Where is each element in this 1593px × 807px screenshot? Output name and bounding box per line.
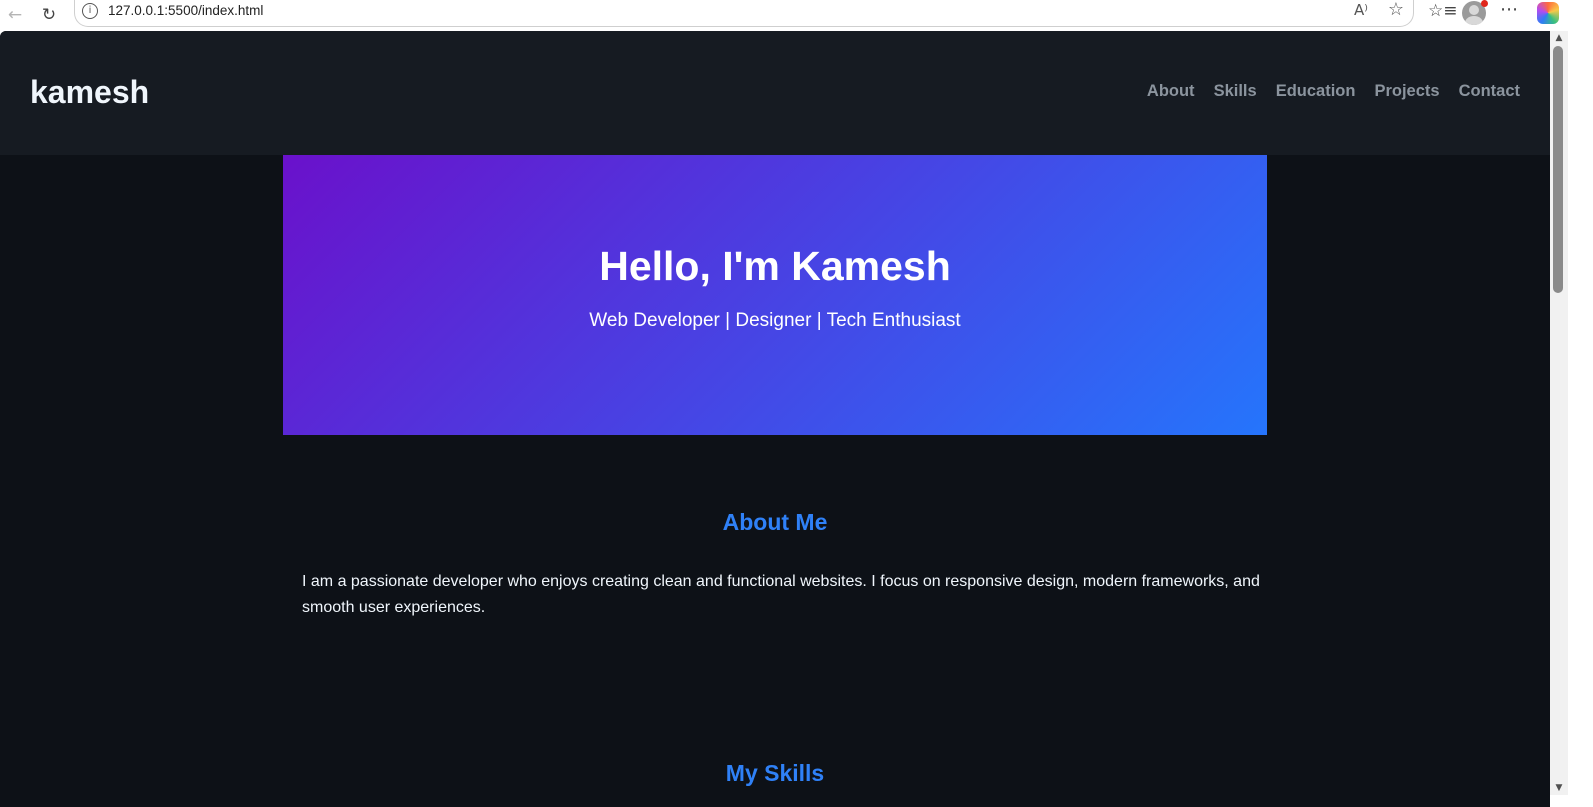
hero-title: Hello, I'm Kamesh (599, 243, 951, 289)
notification-dot (1481, 0, 1488, 7)
nav-education[interactable]: Education (1276, 82, 1356, 101)
browser-toolbar: ← ↻ i 127.0.0.1:5500/index.html A⁾ ☆ ☆≡ … (0, 0, 1593, 31)
vertical-scrollbar[interactable]: ▲ ▼ (1550, 31, 1568, 795)
hero-banner: Hello, I'm Kamesh Web Developer | Design… (283, 155, 1267, 435)
favorites-list-icon[interactable]: ☆≡ (1428, 1, 1457, 21)
site-info-icon[interactable]: i (82, 3, 98, 19)
skills-title: My Skills (725, 760, 825, 786)
url-text[interactable]: 127.0.0.1:5500/index.html (108, 3, 263, 18)
site-header: kamesh About Skills Education Projects C… (0, 31, 1550, 155)
browser-side-gutter (1568, 31, 1593, 807)
star-icon[interactable]: ☆ (1388, 0, 1404, 20)
nav-skills[interactable]: Skills (1214, 82, 1257, 101)
scrollbar-thumb[interactable] (1553, 46, 1563, 293)
about-text: I am a passionate developer who enjoys c… (302, 573, 1260, 616)
site-logo[interactable]: kamesh (30, 74, 149, 111)
more-dots-icon[interactable]: ⋯ (1500, 0, 1518, 20)
read-aloud-icon[interactable]: A⁾ (1354, 1, 1368, 19)
nav-contact[interactable]: Contact (1459, 82, 1520, 101)
back-arrow-icon[interactable]: ← (2, 2, 28, 28)
scroll-up-icon[interactable]: ▲ (1550, 31, 1568, 45)
copilot-icon[interactable] (1537, 2, 1559, 24)
scroll-down-icon[interactable]: ▼ (1550, 781, 1568, 795)
nav-projects[interactable]: Projects (1374, 82, 1439, 101)
main-nav: About Skills Education Projects Contact (1147, 82, 1520, 101)
page-viewport: kamesh About Skills Education Projects C… (0, 31, 1550, 807)
nav-about[interactable]: About (1147, 82, 1195, 101)
about-title: About Me (722, 509, 828, 535)
address-bar[interactable]: i 127.0.0.1:5500/index.html A⁾ ☆ (74, 0, 1414, 27)
hero-subtitle: Web Developer | Designer | Tech Enthusia… (589, 310, 961, 331)
reload-icon[interactable]: ↻ (36, 2, 62, 28)
